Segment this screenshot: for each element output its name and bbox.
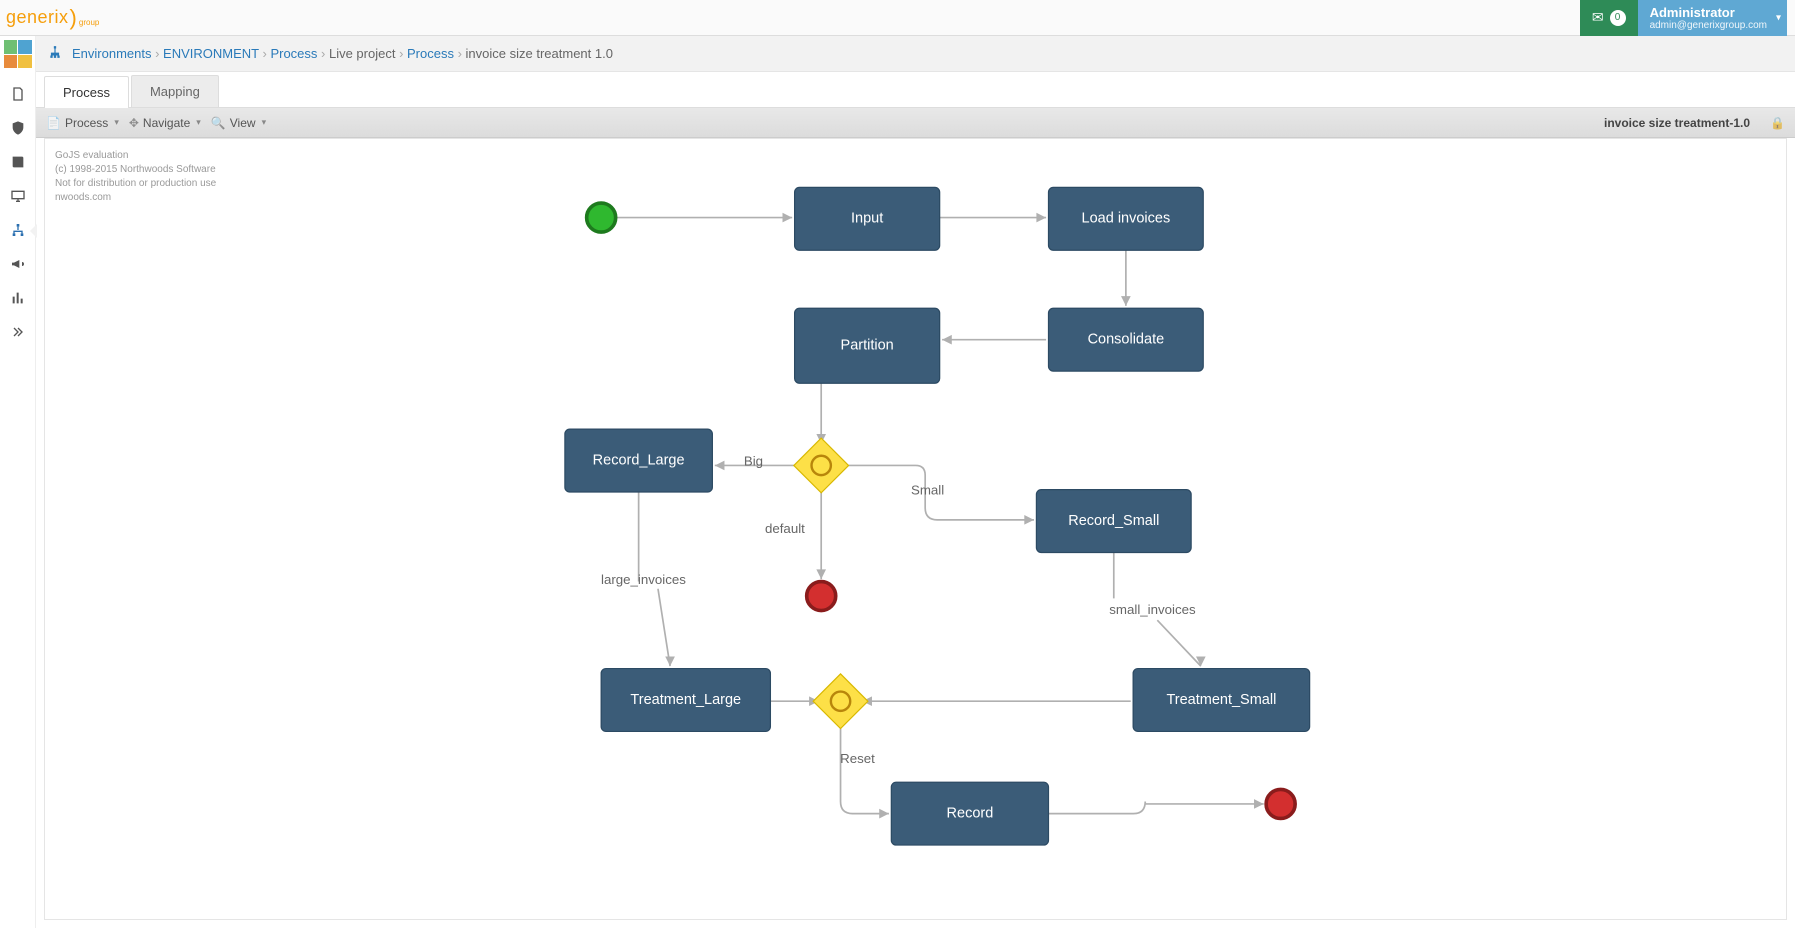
- breadcrumb-separator: ›: [395, 46, 407, 61]
- task-node-label: Record_Small: [1068, 513, 1159, 529]
- sidebar-item-collapse[interactable]: [0, 316, 36, 350]
- breadcrumb-item[interactable]: Environments: [72, 46, 151, 61]
- lock-icon: 🔒: [1770, 116, 1785, 130]
- chevrons-icon: [10, 324, 26, 343]
- flow-link-label: Big: [744, 453, 763, 468]
- flow-link-label: default: [765, 521, 805, 536]
- breadcrumb-separator: ›: [317, 46, 329, 61]
- mail-button[interactable]: ✉ 0: [1580, 0, 1638, 36]
- sitemap-icon: [48, 45, 62, 62]
- flow-link-label: large_invoices: [601, 572, 686, 587]
- task-node-label: Treatment_Small: [1166, 692, 1276, 708]
- sidebar-item-shield[interactable]: [0, 112, 36, 146]
- page-icon: [10, 86, 26, 105]
- brand-text: generix: [6, 7, 69, 27]
- menu-icon: 📄: [46, 116, 61, 130]
- sitemap-icon: [10, 222, 26, 241]
- end-event[interactable]: [1266, 789, 1295, 818]
- sub-toolbar: 📄 Process ▾ ✥ Navigate ▾ 🔍 View ▾ invoice …: [36, 108, 1795, 138]
- flow-link-label: Small: [911, 482, 944, 497]
- user-menu[interactable]: Administrator admin@generixgroup.com ▾: [1638, 0, 1787, 36]
- breadcrumb-separator: ›: [151, 46, 163, 61]
- task-node-label: Input: [851, 211, 883, 227]
- brand-sub: group: [79, 18, 99, 31]
- breadcrumb-item[interactable]: Process: [407, 46, 454, 61]
- gateway-node[interactable]: [794, 438, 849, 493]
- flow-link-label: small_invoices: [1109, 602, 1196, 617]
- start-event[interactable]: [587, 203, 616, 232]
- sidebar-item-announce[interactable]: [0, 248, 36, 282]
- caret-down-icon: ▾: [262, 117, 267, 128]
- breadcrumb-item: invoice size treatment 1.0: [466, 46, 613, 61]
- breadcrumb-separator: ›: [454, 46, 466, 61]
- flow-link[interactable]: [1048, 802, 1263, 814]
- envelope-icon: ✉: [1592, 9, 1604, 26]
- task-node-label: Consolidate: [1088, 332, 1165, 348]
- user-name: Administrator: [1650, 5, 1767, 20]
- sidebar: [0, 36, 36, 928]
- task-node-label: Load invoices: [1082, 211, 1171, 227]
- tabs: ProcessMapping: [36, 72, 1795, 108]
- apps-grid-icon[interactable]: [4, 40, 32, 68]
- task-node-label: Record_Large: [593, 452, 685, 468]
- breadcrumb-item: Live project: [329, 46, 395, 61]
- breadcrumb: Environments › ENVIRONMENT › Process › L…: [36, 36, 1795, 72]
- bar-chart-icon: [10, 290, 26, 309]
- sidebar-item-book[interactable]: [0, 146, 36, 180]
- caret-down-icon: ▾: [196, 117, 201, 128]
- toolbar-menu-navigate[interactable]: ✥ Navigate ▾: [129, 116, 201, 130]
- flow-link-label: Reset: [840, 751, 875, 766]
- sidebar-item-page[interactable]: [0, 78, 36, 112]
- task-node-label: Partition: [841, 338, 894, 354]
- tab-process[interactable]: Process: [44, 76, 129, 108]
- breadcrumb-item[interactable]: ENVIRONMENT: [163, 46, 259, 61]
- menu-icon: 🔍: [211, 116, 226, 130]
- toolbar-menu-process[interactable]: 📄 Process ▾: [46, 116, 119, 130]
- sidebar-item-environments[interactable]: [0, 214, 36, 248]
- toolbar-menu-view[interactable]: 🔍 View ▾: [211, 116, 266, 130]
- end-event[interactable]: [807, 582, 836, 611]
- brand-logo: generix ) group: [6, 5, 99, 31]
- bullhorn-icon: [10, 256, 26, 275]
- menu-icon: ✥: [129, 116, 139, 130]
- monitor-icon: [10, 188, 26, 207]
- flow-link[interactable]: [841, 723, 889, 814]
- breadcrumb-separator: ›: [259, 46, 271, 61]
- sidebar-item-monitor[interactable]: [0, 180, 36, 214]
- tab-mapping[interactable]: Mapping: [131, 75, 219, 107]
- shield-icon: [10, 120, 26, 139]
- sidebar-item-stats[interactable]: [0, 282, 36, 316]
- caret-down-icon: ▾: [1776, 12, 1781, 23]
- gateway-node[interactable]: [813, 674, 868, 729]
- breadcrumb-item[interactable]: Process: [270, 46, 317, 61]
- diagram-title: invoice size treatment-1.0: [1604, 116, 1750, 130]
- book-icon: [10, 154, 26, 173]
- task-node-label: Treatment_Large: [630, 692, 741, 708]
- task-node-label: Record: [947, 805, 994, 821]
- caret-down-icon: ▾: [114, 117, 119, 128]
- diagram-canvas[interactable]: GoJS evaluation (c) 1998-2015 Northwoods…: [44, 138, 1787, 920]
- user-email: admin@generixgroup.com: [1650, 20, 1767, 31]
- brand-curve-icon: ): [70, 5, 77, 31]
- mail-count-badge: 0: [1610, 10, 1626, 26]
